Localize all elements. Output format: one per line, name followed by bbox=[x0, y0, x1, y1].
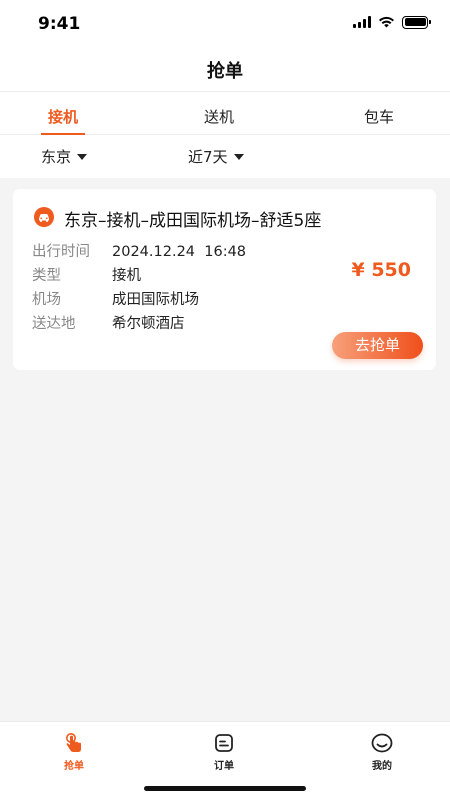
top-section: 9:41 抢单 接机 送机 包车 东京 近7天 bbox=[0, 0, 450, 178]
tab-pickup[interactable]: 接机 bbox=[18, 92, 108, 135]
date-filter[interactable]: 近7天 bbox=[188, 136, 244, 178]
hand-tap-icon bbox=[66, 733, 81, 752]
status-bar: 9:41 bbox=[0, 0, 450, 46]
order-title: 东京–接机–成田国际机场–舒适5座 bbox=[64, 211, 322, 231]
departure-value: 2024.12.24 16:48 bbox=[112, 244, 247, 260]
destination-value: 希尔顿酒店 bbox=[112, 316, 185, 332]
destination-row: 送达地 希尔顿酒店 bbox=[32, 312, 185, 333]
status-time: 9:41 bbox=[38, 14, 81, 34]
airport-value: 成田国际机场 bbox=[112, 292, 199, 308]
wifi-icon bbox=[379, 16, 394, 28]
departure-row: 出行时间 2024.12.24 16:48 bbox=[32, 240, 246, 261]
profile-face-icon bbox=[371, 733, 393, 753]
tab-bar: 接机 送机 包车 bbox=[0, 91, 450, 135]
car-icon bbox=[34, 207, 54, 227]
grab-order-button[interactable]: 去抢单 bbox=[332, 332, 423, 359]
type-label: 类型 bbox=[32, 268, 61, 284]
tab-active-indicator bbox=[41, 133, 85, 135]
caret-down-icon bbox=[77, 154, 88, 160]
destination-label: 送达地 bbox=[32, 316, 76, 332]
filter-bar: 东京 近7天 bbox=[0, 136, 450, 178]
tab-dropoff[interactable]: 送机 bbox=[174, 92, 264, 135]
date-filter-label: 近7天 bbox=[188, 148, 228, 166]
city-filter[interactable]: 东京 bbox=[41, 136, 88, 178]
type-value: 接机 bbox=[112, 268, 141, 284]
battery-icon bbox=[402, 15, 431, 29]
bottom-nav-grab[interactable]: 抢单 bbox=[44, 732, 104, 772]
order-price: ¥ 550 bbox=[351, 259, 412, 281]
airport-row: 机场 成田国际机场 bbox=[32, 288, 199, 309]
tab-charter[interactable]: 包车 bbox=[334, 92, 424, 135]
order-list-icon bbox=[215, 734, 233, 752]
cellular-signal-icon bbox=[353, 16, 371, 28]
bottom-nav-orders[interactable]: 订单 bbox=[194, 732, 254, 772]
city-filter-label: 东京 bbox=[41, 148, 72, 166]
caret-down-icon bbox=[233, 154, 244, 160]
bottom-nav-profile-label: 我的 bbox=[372, 761, 392, 772]
airport-label: 机场 bbox=[32, 292, 61, 308]
page-title: 抢单 bbox=[207, 61, 243, 82]
bottom-nav-grab-label: 抢单 bbox=[64, 761, 84, 772]
order-card[interactable]: 东京–接机–成田国际机场–舒适5座 出行时间 2024.12.24 16:48 类… bbox=[13, 189, 436, 370]
bottom-nav-orders-label: 订单 bbox=[214, 761, 234, 772]
status-icons bbox=[353, 14, 431, 30]
bottom-nav-profile[interactable]: 我的 bbox=[352, 732, 412, 772]
type-row: 类型 接机 bbox=[32, 264, 141, 285]
home-indicator bbox=[144, 786, 306, 791]
departure-label: 出行时间 bbox=[32, 244, 90, 260]
